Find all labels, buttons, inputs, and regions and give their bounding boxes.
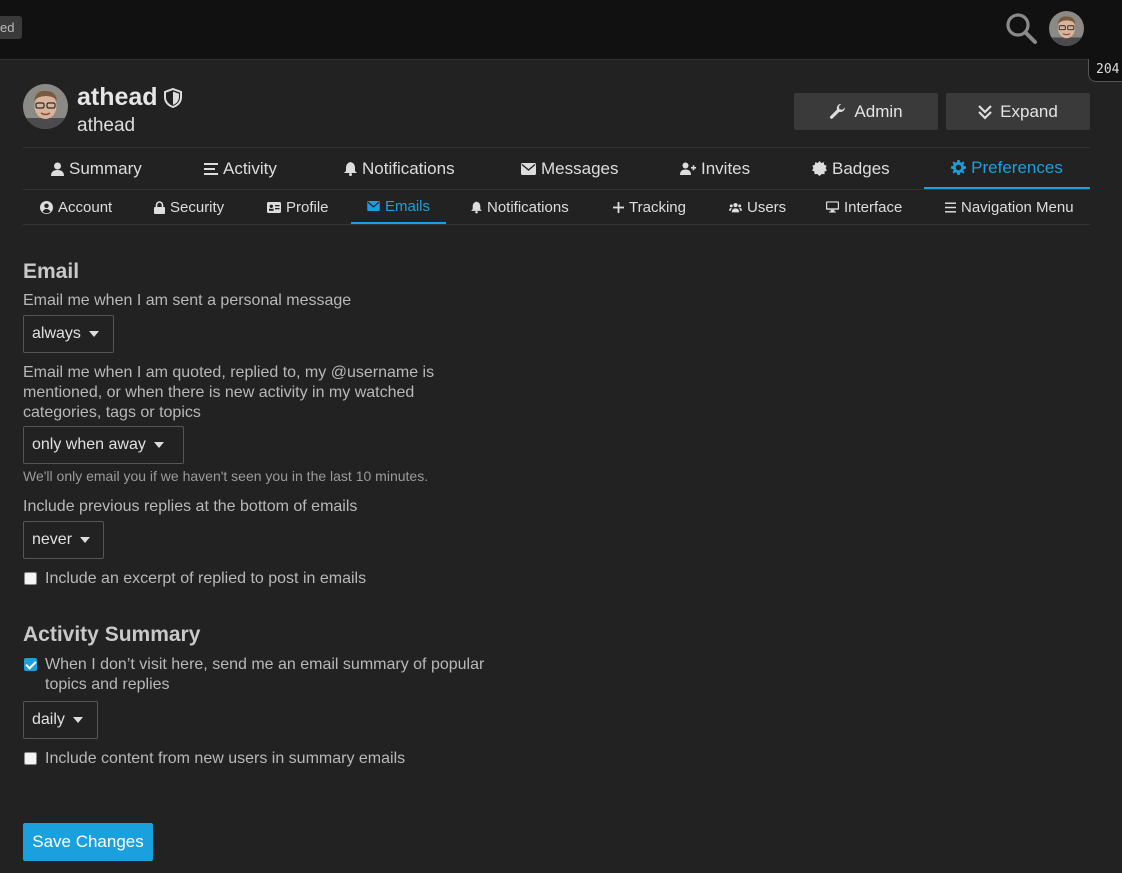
save-changes-button[interactable]: Save Changes xyxy=(23,823,153,861)
tab-badges[interactable]: Badges xyxy=(812,148,890,189)
tab-notifications[interactable]: Notifications xyxy=(344,148,455,189)
double-chevron-down-icon xyxy=(978,104,992,120)
admin-button[interactable]: Admin xyxy=(794,93,938,130)
envelope-icon xyxy=(521,162,536,175)
subtab-security[interactable]: Security xyxy=(154,190,224,224)
shield-icon xyxy=(164,88,182,108)
list-icon xyxy=(204,162,218,175)
subtab-tracking[interactable]: Tracking xyxy=(613,190,686,224)
email-section-title: Email xyxy=(23,260,80,283)
subtab-users[interactable]: Users xyxy=(729,190,786,224)
previous-replies-label: Include previous replies at the bottom o… xyxy=(23,498,358,515)
certificate-icon xyxy=(812,161,827,176)
header-badge[interactable]: ed xyxy=(0,16,23,39)
subtab-users-label: Users xyxy=(747,198,787,216)
search-icon xyxy=(1006,13,1037,44)
id-card-icon xyxy=(267,201,281,213)
new-users-label: Include content from new users in summar… xyxy=(45,750,406,767)
digest-label: When I don’t visit here, send me an emai… xyxy=(45,656,485,693)
activity-summary-title: Activity Summary xyxy=(23,623,201,646)
caret-down-icon xyxy=(88,331,99,337)
previous-replies-value: never xyxy=(32,531,73,548)
excerpt-checkbox[interactable] xyxy=(24,572,37,585)
subtab-interface[interactable]: Interface xyxy=(826,190,902,224)
new-users-option: Include content from new users in summar… xyxy=(24,749,405,769)
tab-messages[interactable]: Messages xyxy=(521,148,618,189)
bell-icon xyxy=(344,161,357,176)
tab-summary-label: Summary xyxy=(69,158,142,178)
user-full-name: athead xyxy=(77,115,136,136)
subtab-profile[interactable]: Profile xyxy=(267,190,329,224)
excerpt-option: Include an excerpt of replied to post in… xyxy=(24,569,366,589)
mention-email-select[interactable]: only when away xyxy=(23,426,184,464)
search-button[interactable] xyxy=(1004,11,1038,45)
digest-frequency-value: daily xyxy=(32,711,65,728)
previous-replies-select[interactable]: never xyxy=(23,521,104,559)
envelope-icon xyxy=(367,201,380,211)
subtab-notifications-label: Notifications xyxy=(487,198,569,216)
away-hint: We'll only email you if we haven't seen … xyxy=(23,468,429,484)
gear-icon xyxy=(951,160,967,175)
tab-preferences[interactable]: Preferences xyxy=(924,148,1090,189)
plus-icon xyxy=(613,201,624,213)
caret-down-icon xyxy=(72,717,83,723)
subtab-navigation-menu[interactable]: Navigation Menu xyxy=(945,190,1074,224)
bell-icon xyxy=(471,201,482,213)
subtab-security-label: Security xyxy=(170,198,225,216)
site-header: ed xyxy=(0,0,1122,60)
pm-email-label: Email me when I am sent a personal messa… xyxy=(23,292,352,309)
digest-frequency-select[interactable]: daily xyxy=(23,701,98,739)
lock-icon xyxy=(154,200,165,214)
user-circle-icon xyxy=(40,200,53,214)
subtab-emails-label: Emails xyxy=(384,197,430,215)
tab-notifications-label: Notifications xyxy=(362,158,455,178)
username: athead xyxy=(77,83,158,111)
tab-badges-label: Badges xyxy=(832,158,890,178)
caret-down-icon xyxy=(153,442,164,448)
digest-option: When I don’t visit here, send me an emai… xyxy=(24,655,524,695)
wrench-icon xyxy=(830,103,846,119)
subtab-account-label: Account xyxy=(58,198,113,216)
subtab-notifications[interactable]: Notifications xyxy=(471,190,569,224)
digest-checkbox[interactable] xyxy=(24,658,37,671)
preferences-sub-nav: Account Security Profile Emails Notifica… xyxy=(23,190,1090,225)
subtab-account[interactable]: Account xyxy=(40,190,112,224)
subtab-tracking-label: Tracking xyxy=(629,198,686,216)
users-icon xyxy=(729,202,742,212)
new-users-checkbox[interactable] xyxy=(24,752,37,765)
caret-down-icon xyxy=(80,537,91,543)
expand-button-label: Expand xyxy=(1000,101,1058,121)
tab-invites[interactable]: Invites xyxy=(680,148,750,189)
subtab-interface-label: Interface xyxy=(844,198,903,216)
expand-button[interactable]: Expand xyxy=(946,93,1090,130)
tab-activity-label: Activity xyxy=(223,158,277,178)
user-avatar[interactable] xyxy=(23,84,68,129)
admin-button-label: Admin xyxy=(854,101,903,121)
user-plus-icon xyxy=(680,162,696,175)
tab-invites-label: Invites xyxy=(701,158,751,178)
mention-email-label: Email me when I am quoted, replied to, m… xyxy=(23,364,435,421)
tab-summary[interactable]: Summary xyxy=(51,148,142,189)
pm-email-select[interactable]: always xyxy=(23,315,114,353)
excerpt-label: Include an excerpt of replied to post in… xyxy=(45,570,367,587)
user-icon xyxy=(51,162,64,176)
subtab-profile-label: Profile xyxy=(286,198,329,216)
user-main-nav: Summary Activity Notifications Messages … xyxy=(23,147,1090,190)
bars-icon xyxy=(945,201,956,213)
header-avatar[interactable] xyxy=(1049,11,1084,46)
tab-messages-label: Messages xyxy=(541,158,619,178)
pm-email-value: always xyxy=(32,325,81,342)
tab-activity[interactable]: Activity xyxy=(204,148,277,189)
subtab-navigation-menu-label: Navigation Menu xyxy=(961,198,1074,216)
tab-preferences-label: Preferences xyxy=(971,157,1063,177)
desktop-icon xyxy=(826,201,839,213)
mention-email-value: only when away xyxy=(32,436,146,453)
notification-count[interactable]: 204 xyxy=(1088,59,1122,82)
subtab-emails[interactable]: Emails xyxy=(351,190,446,224)
